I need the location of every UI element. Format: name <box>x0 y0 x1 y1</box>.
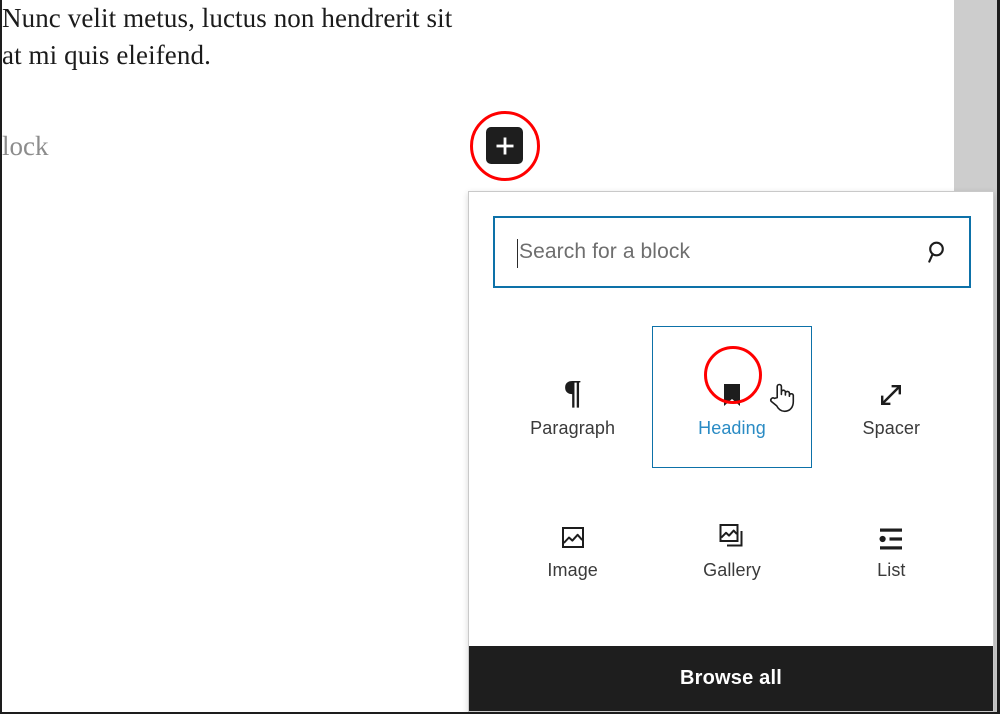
add-block-button[interactable] <box>486 127 523 164</box>
block-tile-label: List <box>877 559 906 580</box>
search-input[interactable]: Search for a block <box>493 216 971 288</box>
block-search-row: Search for a block <box>493 216 971 288</box>
block-tile-label: Paragraph <box>530 417 616 438</box>
search-placeholder-text: Search for a block <box>519 240 691 263</box>
block-tile-list[interactable]: List <box>812 468 971 610</box>
block-tile-gallery[interactable]: Gallery <box>652 468 811 610</box>
editor-paragraph-block[interactable]: Nunc velit metus, luctus non hendrerit s… <box>2 0 562 74</box>
block-tile-image[interactable]: Image <box>493 468 652 610</box>
empty-block-placeholder[interactable]: lock <box>2 128 49 165</box>
heading-bookmark-icon <box>717 356 747 410</box>
block-tile-label: Image <box>547 559 598 580</box>
block-inserter-popover: Search for a block ¶ Paragraph Heading S… <box>468 191 994 712</box>
list-icon <box>876 498 906 552</box>
block-tile-label: Gallery <box>703 559 761 580</box>
image-icon <box>558 498 588 552</box>
mouse-pointer-hand-cursor <box>769 380 795 414</box>
plus-icon <box>494 135 516 157</box>
block-tile-label: Spacer <box>862 417 921 438</box>
block-type-grid: ¶ Paragraph Heading Spacer Image Gallery… <box>493 326 971 610</box>
search-icon <box>925 239 951 265</box>
block-tile-heading[interactable]: Heading <box>652 326 812 468</box>
block-tile-label: Heading <box>698 417 766 438</box>
paragraph-icon: ¶ <box>563 373 582 411</box>
block-editor-screenshot: Nunc velit metus, luctus non hendrerit s… <box>0 0 1000 714</box>
gallery-icon <box>716 498 748 552</box>
browse-all-button[interactable]: Browse all <box>469 646 993 711</box>
block-tile-paragraph[interactable]: ¶ Paragraph <box>493 326 652 468</box>
spacer-diagonal-arrow-icon <box>876 356 906 410</box>
text-caret <box>517 239 518 268</box>
block-inserter-body: Search for a block ¶ Paragraph Heading S… <box>469 192 993 646</box>
block-tile-spacer[interactable]: Spacer <box>812 326 971 468</box>
